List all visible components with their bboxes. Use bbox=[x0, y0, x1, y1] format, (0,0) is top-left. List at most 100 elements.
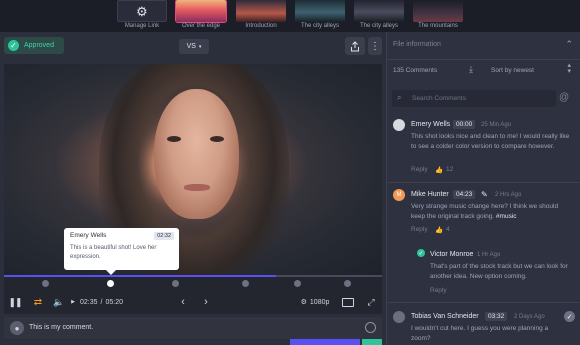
comment-author: Emery Wells bbox=[411, 121, 451, 128]
like-icon[interactable]: 👍 bbox=[435, 166, 443, 174]
avatar: ● bbox=[10, 321, 24, 335]
chevron-up-icon[interactable]: ⌃ bbox=[565, 39, 573, 50]
comment-item: Tobias Van Schneider 03:32 2 Days Ago ✓ … bbox=[387, 308, 580, 345]
mention-icon[interactable]: @ bbox=[559, 92, 569, 103]
download-icon[interactable]: ⤓ bbox=[469, 64, 473, 75]
pause-icon: ❚❚ bbox=[8, 296, 22, 307]
thumb-over-the-edge[interactable] bbox=[176, 0, 226, 22]
chevron-left-icon: ‹ bbox=[181, 296, 185, 308]
video-subject-eye bbox=[210, 136, 224, 142]
current-time: 02:35 bbox=[80, 298, 98, 306]
check-icon[interactable]: ✓ bbox=[564, 311, 575, 322]
volume-icon: 🔈 bbox=[53, 296, 65, 307]
review-toolbar: ✓ Approved VS ▾ ⋮ bbox=[0, 32, 386, 60]
comments-toolbar: 135 Comments ⤓ Sort by newest ▴ ▾ bbox=[387, 60, 580, 82]
comment-text: Very strange music change here? I think … bbox=[411, 203, 559, 220]
comment-marker[interactable] bbox=[107, 280, 114, 287]
status-dropdown[interactable]: ✓ Approved bbox=[4, 37, 64, 54]
next-comment-button[interactable]: › bbox=[201, 295, 211, 309]
comment-item: Emery Wells 00:00 25 Min Ago This shot l… bbox=[387, 116, 580, 182]
comment-marker[interactable] bbox=[344, 280, 351, 287]
comment-marker[interactable] bbox=[42, 280, 49, 287]
more-vertical-icon: ⋮ bbox=[370, 40, 380, 52]
frame-comment-popover: Emery Wells 02:32 This is a beautiful sh… bbox=[64, 228, 179, 275]
pause-button[interactable]: ❚❚ bbox=[8, 295, 22, 309]
comment-timecode[interactable]: 00:00 bbox=[453, 120, 476, 129]
approve-bar[interactable] bbox=[362, 339, 382, 345]
emoji-icon[interactable] bbox=[365, 322, 376, 333]
check-icon: ✓ bbox=[8, 40, 19, 51]
comment-item: M Mike Hunter 04:23 ✎ 2 Hrs Ago Very str… bbox=[387, 186, 580, 240]
comment-time: 25 Min Ago bbox=[481, 122, 512, 128]
video-frame[interactable] bbox=[4, 64, 382, 276]
time-readout: 02:35 / 05:20 bbox=[80, 295, 140, 309]
reply-link[interactable]: Reply bbox=[411, 226, 428, 233]
comment-body: I wouldn't cut here. I guess you were pl… bbox=[411, 325, 549, 342]
status-label: Approved bbox=[24, 42, 54, 49]
play-small-icon: ▶ bbox=[71, 299, 75, 305]
more-button[interactable]: ⋮ bbox=[368, 37, 382, 55]
thumb-mountains[interactable] bbox=[413, 0, 463, 22]
comment-count: 135 Comments bbox=[393, 67, 438, 74]
thumb-city-alleys-2[interactable] bbox=[354, 0, 404, 22]
player-controls: ❚❚ ⇄ 🔈 ▶ 02:35 / 05:20 ‹ › ⚙ 1080p ⤢ bbox=[4, 290, 382, 314]
fullscreen-button[interactable]: ⤢ bbox=[365, 295, 377, 309]
version-compare-button[interactable]: VS ▾ bbox=[179, 39, 209, 54]
sort-dropdown[interactable]: Sort by newest bbox=[491, 67, 534, 74]
loop-button[interactable]: ⇄ bbox=[31, 295, 45, 309]
popover-timecode[interactable]: 02:32 bbox=[154, 232, 174, 240]
avatar bbox=[393, 311, 405, 323]
aspect-icon bbox=[342, 297, 354, 307]
chevron-down-icon: ▾ bbox=[198, 43, 202, 50]
comment-input[interactable]: This is my comment. bbox=[29, 324, 93, 331]
comments-panel: File information ⌃ 135 Comments ⤓ Sort b… bbox=[386, 32, 580, 345]
share-button[interactable] bbox=[345, 37, 365, 55]
reply-item: ✓ Victor Monroe 1 Hr Ago That's part of … bbox=[387, 246, 580, 298]
user-icon: ● bbox=[14, 323, 20, 333]
volume-button[interactable]: 🔈 bbox=[52, 295, 66, 309]
comment-timecode[interactable]: 04:23 bbox=[453, 190, 476, 199]
avatar bbox=[393, 119, 405, 131]
gear-icon: ⚙ bbox=[300, 299, 307, 306]
time-separator: / bbox=[100, 298, 103, 306]
comment-composer[interactable]: ● This is my comment. bbox=[4, 317, 382, 339]
prev-comment-button[interactable]: ‹ bbox=[178, 295, 188, 309]
send-bar[interactable] bbox=[290, 339, 360, 345]
quality-label: 1080p bbox=[309, 298, 330, 306]
manage-link-thumb[interactable]: ⚙ bbox=[117, 0, 167, 22]
thumb-introduction[interactable] bbox=[236, 0, 286, 22]
comment-body: This shot looks nice and clean to me! I … bbox=[411, 133, 570, 150]
like-count: 12 bbox=[446, 166, 454, 173]
comment-marker[interactable] bbox=[172, 280, 179, 287]
aspect-button[interactable] bbox=[341, 295, 355, 309]
reply-link[interactable]: Reply bbox=[411, 166, 428, 173]
like-icon[interactable]: 👍 bbox=[435, 226, 443, 234]
loop-icon: ⇄ bbox=[33, 296, 43, 308]
comment-marker[interactable] bbox=[242, 280, 249, 287]
pencil-icon: ✎ bbox=[481, 190, 488, 199]
thumb-city-alleys-1[interactable] bbox=[295, 0, 345, 22]
reply-link[interactable]: Reply bbox=[430, 287, 447, 294]
comment-time: 2 Days Ago bbox=[514, 314, 545, 320]
version-label: VS bbox=[186, 43, 196, 50]
search-input[interactable]: Search Comments bbox=[412, 95, 466, 102]
comment-author: Victor Monroe bbox=[430, 251, 474, 258]
comment-body: That's part of the stock track but we ca… bbox=[430, 263, 568, 280]
panel-title[interactable]: File information bbox=[393, 41, 441, 48]
check-icon: ✓ bbox=[417, 249, 425, 257]
quality-button[interactable]: ⚙ 1080p bbox=[299, 295, 331, 309]
comment-timecode[interactable]: 03:32 bbox=[485, 312, 508, 321]
panel-header: File information ⌃ bbox=[387, 32, 580, 60]
search-icon: ⌕ bbox=[397, 93, 402, 102]
share-icon bbox=[351, 40, 359, 51]
comment-marker[interactable] bbox=[294, 280, 301, 287]
comment-search[interactable]: ⌕ Search Comments bbox=[392, 90, 556, 107]
like-count: 4 bbox=[446, 226, 450, 233]
comment-author: Tobias Van Schneider bbox=[411, 313, 479, 320]
fullscreen-icon: ⤢ bbox=[367, 296, 375, 307]
comment-time: 2 Hrs Ago bbox=[495, 192, 522, 198]
version-strip: ⚙ Manage Link Over the edge Introduction… bbox=[0, 0, 580, 32]
sort-arrows-icon[interactable]: ▴ ▾ bbox=[567, 62, 571, 75]
duration: 05:20 bbox=[105, 298, 124, 306]
hashtag[interactable]: #music bbox=[496, 213, 517, 220]
